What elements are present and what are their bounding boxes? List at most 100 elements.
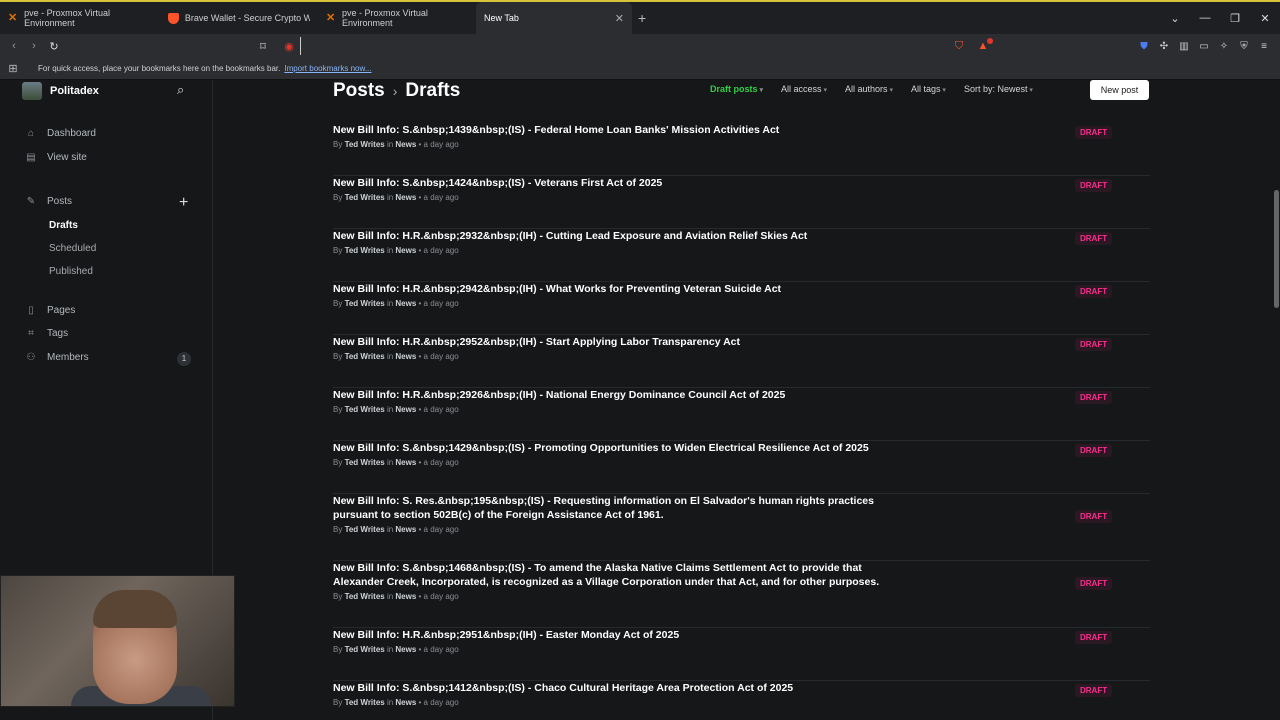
post-author[interactable]: Ted Writes	[345, 193, 385, 202]
post-title[interactable]: New Bill Info: H.R.&nbsp;2926&nbsp;(IH) …	[333, 388, 893, 402]
post-author[interactable]: Ted Writes	[345, 352, 385, 361]
sidebar-item-label: Tags	[47, 328, 69, 339]
post-row[interactable]: New Bill Info: S.&nbsp;1429&nbsp;(IS) - …	[333, 441, 1150, 494]
reload-icon[interactable]: ↻	[44, 40, 64, 53]
tab-label: New Tab	[484, 13, 519, 23]
alert-icon[interactable]: ▲	[973, 38, 993, 52]
extensions-area: ⛊ ✣ ▥ ▭ ✧ ⛨ ≡	[1136, 34, 1272, 58]
filter-tags[interactable]: All tags	[911, 84, 946, 94]
post-author[interactable]: Ted Writes	[345, 525, 385, 534]
shield-icon[interactable]: ⛉	[949, 40, 969, 53]
sidebar-item-view-site[interactable]: ▤ View site	[25, 152, 87, 163]
post-row[interactable]: New Bill Info: S.&nbsp;1439&nbsp;(IS) - …	[333, 123, 1150, 176]
post-title[interactable]: New Bill Info: H.R.&nbsp;2942&nbsp;(IH) …	[333, 282, 893, 296]
post-tag[interactable]: News	[395, 698, 416, 707]
scrollbar-thumb[interactable]	[1274, 190, 1279, 308]
browser-tab[interactable]: Brave Wallet - Secure Crypto Wallet	[160, 2, 318, 34]
post-author[interactable]: Ted Writes	[345, 645, 385, 654]
post-row[interactable]: New Bill Info: S. Res.&nbsp;195&nbsp;(IS…	[333, 494, 1150, 561]
post-tag[interactable]: News	[395, 299, 416, 308]
scrollbar[interactable]	[1272, 80, 1280, 720]
post-title[interactable]: New Bill Info: S.&nbsp;1412&nbsp;(IS) - …	[333, 681, 893, 695]
new-post-button[interactable]: New post	[1090, 80, 1149, 100]
site-logo	[22, 82, 42, 100]
address-bar[interactable]	[300, 37, 945, 55]
minimize-button[interactable]: —	[1190, 12, 1220, 24]
sidebar-item-members[interactable]: ⚇ Members	[25, 352, 89, 363]
post-author[interactable]: Ted Writes	[345, 458, 385, 467]
post-row[interactable]: New Bill Info: H.R.&nbsp;2926&nbsp;(IH) …	[333, 388, 1150, 441]
search-icon[interactable]: ⌕	[177, 82, 184, 98]
post-tag[interactable]: News	[395, 246, 416, 255]
post-tag[interactable]: News	[395, 592, 416, 601]
post-title[interactable]: New Bill Info: S.&nbsp;1468&nbsp;(IS) - …	[333, 561, 893, 589]
site-brand[interactable]: Politadex	[22, 82, 99, 100]
post-author[interactable]: Ted Writes	[345, 698, 385, 707]
new-tab-button[interactable]: +	[638, 10, 646, 26]
post-tag[interactable]: News	[395, 645, 416, 654]
leo-icon[interactable]: ✧	[1216, 41, 1232, 52]
post-tag[interactable]: News	[395, 140, 416, 149]
post-author[interactable]: Ted Writes	[345, 246, 385, 255]
post-title[interactable]: New Bill Info: H.R.&nbsp;2951&nbsp;(IH) …	[333, 628, 893, 642]
sidebar-subitem-scheduled[interactable]: Scheduled	[49, 243, 96, 254]
post-row[interactable]: New Bill Info: S.&nbsp;1424&nbsp;(IS) - …	[333, 176, 1150, 229]
apps-grid-icon[interactable]: ⊞	[0, 62, 26, 75]
post-row[interactable]: New Bill Info: H.R.&nbsp;2952&nbsp;(IH) …	[333, 335, 1150, 388]
close-icon[interactable]: ✕	[615, 12, 624, 25]
post-meta: By Ted Writes in News • a day ago	[333, 592, 459, 601]
post-meta: By Ted Writes in News • a day ago	[333, 645, 459, 654]
add-post-button[interactable]: +	[179, 194, 188, 212]
menu-icon[interactable]: ≡	[1256, 41, 1272, 52]
post-row[interactable]: New Bill Info: H.R.&nbsp;2932&nbsp;(IH) …	[333, 229, 1150, 282]
post-author[interactable]: Ted Writes	[345, 140, 385, 149]
post-tag[interactable]: News	[395, 525, 416, 534]
filter-type[interactable]: Draft posts	[710, 84, 763, 94]
sidebar-item-tags[interactable]: ⌗ Tags	[25, 328, 68, 339]
browser-tab-active[interactable]: New Tab ✕	[476, 2, 632, 34]
breadcrumb-root[interactable]: Posts	[333, 80, 385, 102]
brave-rewards-icon[interactable]: ◉	[279, 40, 299, 53]
post-row[interactable]: New Bill Info: S.&nbsp;1468&nbsp;(IS) - …	[333, 561, 1150, 628]
bitwarden-icon[interactable]: ⛊	[1136, 41, 1152, 52]
post-tag[interactable]: News	[395, 458, 416, 467]
post-row[interactable]: New Bill Info: H.R.&nbsp;2942&nbsp;(IH) …	[333, 282, 1150, 335]
sidebar-subitem-published[interactable]: Published	[49, 266, 93, 277]
sidebar-subitem-drafts[interactable]: Drafts	[49, 220, 78, 231]
puzzle-icon[interactable]: ✣	[1156, 41, 1172, 52]
sidebar-item-dashboard[interactable]: ⌂ Dashboard	[25, 128, 96, 139]
post-title[interactable]: New Bill Info: S.&nbsp;1424&nbsp;(IS) - …	[333, 176, 893, 190]
filter-access[interactable]: All access	[781, 84, 827, 94]
import-bookmarks-link[interactable]: Import bookmarks now...	[284, 64, 371, 73]
post-tag[interactable]: News	[395, 352, 416, 361]
post-author[interactable]: Ted Writes	[345, 405, 385, 414]
back-icon[interactable]: ‹	[4, 40, 24, 52]
post-row[interactable]: New Bill Info: H.R.&nbsp;2951&nbsp;(IH) …	[333, 628, 1150, 681]
post-title[interactable]: New Bill Info: S. Res.&nbsp;195&nbsp;(IS…	[333, 494, 893, 522]
close-window-button[interactable]: ✕	[1250, 12, 1280, 25]
post-row[interactable]: New Bill Info: S.&nbsp;1412&nbsp;(IS) - …	[333, 681, 1150, 720]
sidebar-item-posts[interactable]: ✎ Posts	[25, 196, 72, 207]
sort-dropdown[interactable]: Sort by: Newest	[964, 84, 1033, 94]
sidebar-toggle-icon[interactable]: ▥	[1176, 41, 1192, 52]
post-time: a day ago	[423, 246, 459, 255]
post-title[interactable]: New Bill Info: H.R.&nbsp;2932&nbsp;(IH) …	[333, 229, 893, 243]
bookmark-icon[interactable]: ⌑	[253, 40, 273, 53]
post-tag[interactable]: News	[395, 405, 416, 414]
browser-tab[interactable]: ✕ pve - Proxmox Virtual Environment	[0, 2, 160, 34]
vpn-icon[interactable]: ⛨	[1236, 41, 1252, 52]
post-title[interactable]: New Bill Info: S.&nbsp;1429&nbsp;(IS) - …	[333, 441, 893, 455]
filter-authors[interactable]: All authors	[845, 84, 893, 94]
wallet-icon[interactable]: ▭	[1196, 41, 1212, 52]
sidebar-item-pages[interactable]: ▯ Pages	[25, 305, 75, 316]
post-title[interactable]: New Bill Info: S.&nbsp;1439&nbsp;(IS) - …	[333, 123, 893, 137]
chevron-down-icon[interactable]: ⌄	[1160, 12, 1190, 25]
forward-icon[interactable]: ›	[24, 40, 44, 52]
post-title[interactable]: New Bill Info: H.R.&nbsp;2952&nbsp;(IH) …	[333, 335, 893, 349]
browser-tab[interactable]: ✕ pve - Proxmox Virtual Environment	[318, 2, 476, 34]
restore-button[interactable]: ❐	[1220, 12, 1250, 25]
post-tag[interactable]: News	[395, 193, 416, 202]
post-author[interactable]: Ted Writes	[345, 299, 385, 308]
status-badge: DRAFT	[1075, 338, 1113, 351]
post-author[interactable]: Ted Writes	[345, 592, 385, 601]
